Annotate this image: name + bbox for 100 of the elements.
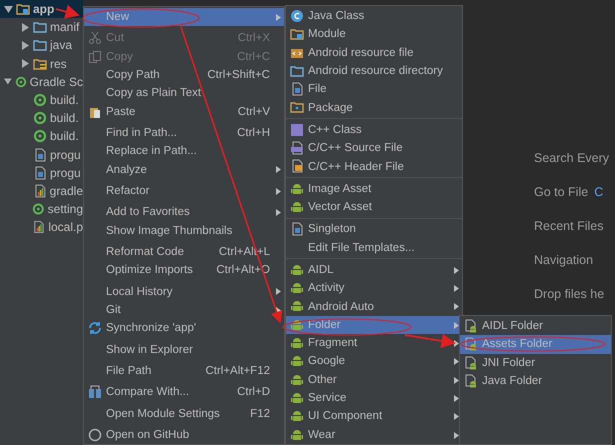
submenu-arrow-icon (276, 209, 281, 216)
menu-item[interactable]: Open on GitHub (84, 426, 284, 444)
menu-item[interactable]: Module (286, 25, 462, 44)
menu-item[interactable]: Java Folder (460, 372, 611, 390)
editor-hint: Go to File (534, 185, 588, 201)
android-icon (290, 318, 304, 332)
menu-item[interactable]: C/C++ Header File (286, 157, 462, 176)
editor-hint: Drop files he (534, 287, 604, 303)
submenu-arrow-icon (276, 306, 281, 314)
folder-icon (33, 38, 47, 52)
tree-item[interactable]: local.p (0, 218, 83, 236)
menu-item[interactable]: File (286, 80, 462, 98)
menu-item[interactable]: Add to Favorites (84, 203, 284, 222)
menu-item[interactable]: UI Component (286, 407, 462, 426)
menu-item[interactable]: Replace in Path... (84, 142, 284, 160)
menu-item[interactable]: Open Module Settings F12 (84, 404, 284, 423)
menu-item[interactable]: Android resource file (286, 44, 462, 62)
tree-item[interactable]: setting (0, 200, 83, 218)
submenu-arrow-icon (454, 303, 459, 310)
menu-item[interactable]: Refactor (84, 182, 284, 200)
gradle-icon (33, 93, 47, 108)
menu-item[interactable]: Copy as Plain Text (84, 84, 284, 103)
menu-item[interactable]: Google (286, 352, 462, 371)
menu-item[interactable]: Wear (286, 426, 462, 444)
menu-item[interactable]: Synchronize 'app' (84, 319, 284, 338)
tree-item[interactable]: build. (0, 90, 83, 110)
editor-hint: Search Every (534, 151, 610, 167)
editor-hint: Navigation (534, 253, 594, 269)
android-icon (290, 372, 304, 387)
tree-item[interactable]: res (0, 54, 83, 73)
menu-item[interactable]: Image Asset (286, 180, 462, 198)
menu-item[interactable]: AIDL Folder (460, 317, 611, 336)
menu-item[interactable]: File Path Ctrl+Alt+F12 (84, 362, 284, 380)
shortcut-text: C (594, 185, 604, 201)
menu-item[interactable]: Fragment (286, 334, 462, 352)
menu-item[interactable]: Compare With... Ctrl+D (84, 383, 284, 402)
menu-item[interactable]: Activity (286, 279, 462, 298)
tree-item[interactable]: manif (0, 18, 83, 36)
menu-item[interactable]: Singleton (286, 220, 462, 239)
file-icon (33, 148, 47, 162)
annotation-arrow (404, 334, 456, 348)
menu-item[interactable]: Android resource directory (286, 62, 462, 80)
menu-item[interactable]: Analyze (84, 160, 284, 179)
tree-item[interactable]: progu (0, 164, 83, 182)
gradle-icon (33, 111, 47, 126)
android-file-icon (464, 374, 478, 388)
android-icon (290, 409, 304, 424)
menu-item[interactable]: Find in Path... Ctrl+H (84, 124, 284, 142)
menu-item[interactable]: Git (84, 300, 284, 320)
gradle-icon (32, 202, 45, 216)
submenu-arrow-icon (454, 432, 459, 439)
submenu-arrow-icon (454, 266, 459, 274)
tree-item[interactable]: gradle (0, 182, 83, 200)
chart-file-icon (32, 220, 46, 234)
android-icon (290, 262, 304, 277)
menu-item[interactable]: AIDL (286, 260, 462, 280)
gradle-icon (14, 74, 27, 89)
tree-item[interactable]: java (0, 36, 83, 55)
tree-item[interactable]: app (0, 0, 83, 18)
cpp-class-icon (290, 122, 304, 137)
menu-item[interactable]: Copy Path Ctrl+Shift+C (84, 66, 284, 84)
scissors-icon (88, 31, 102, 46)
menu-item[interactable]: Paste Ctrl+V (84, 102, 284, 121)
tree-item[interactable]: build. (0, 109, 83, 128)
expanded-arrow-icon[interactable] (4, 77, 12, 86)
resource-folder-icon (33, 56, 47, 71)
menu-item[interactable]: Show in Explorer (84, 340, 284, 359)
cpp-header-icon (290, 159, 304, 174)
menu-item[interactable]: Edit File Templates... (286, 238, 462, 257)
submenu-arrow-icon (276, 288, 281, 296)
collapsed-arrow-icon[interactable] (21, 22, 30, 32)
submenu-arrow-icon (454, 394, 459, 402)
file-icon (290, 82, 304, 96)
menu-item[interactable]: Android Auto (286, 297, 462, 316)
menu-item[interactable]: JNI Folder (460, 354, 611, 372)
submenu-arrow-icon (276, 14, 281, 21)
tree-item[interactable]: build. (0, 127, 83, 146)
menu-item[interactable]: Package (286, 98, 462, 117)
menu-item[interactable]: C++ Class (286, 120, 462, 140)
menu-item[interactable]: Java Class (286, 7, 462, 26)
menu-item[interactable]: C/C++ Source File (286, 139, 462, 158)
expanded-arrow-icon[interactable] (4, 4, 13, 14)
menu-item[interactable]: Show Image Thumbnails (84, 221, 284, 240)
menu-item[interactable]: Other (286, 370, 462, 389)
submenu-arrow-icon (454, 322, 459, 329)
collapsed-arrow-icon[interactable] (21, 40, 30, 50)
android-icon (290, 299, 304, 314)
android-icon (290, 354, 304, 368)
android-icon (290, 182, 304, 196)
cpp-source-icon (290, 141, 304, 156)
menu-item[interactable]: Vector Asset (286, 198, 462, 216)
module-folder-icon (16, 2, 30, 16)
menu-item[interactable]: Service (286, 388, 462, 408)
annotation-arrow (56, 4, 80, 19)
collapsed-arrow-icon[interactable] (21, 59, 30, 68)
android-icon (290, 390, 304, 405)
submenu-arrow-icon (454, 376, 459, 384)
tree-item[interactable]: progu (0, 146, 83, 164)
menu-item[interactable]: Local History (84, 282, 284, 301)
tree-item[interactable]: Gradle Sc (0, 72, 83, 91)
